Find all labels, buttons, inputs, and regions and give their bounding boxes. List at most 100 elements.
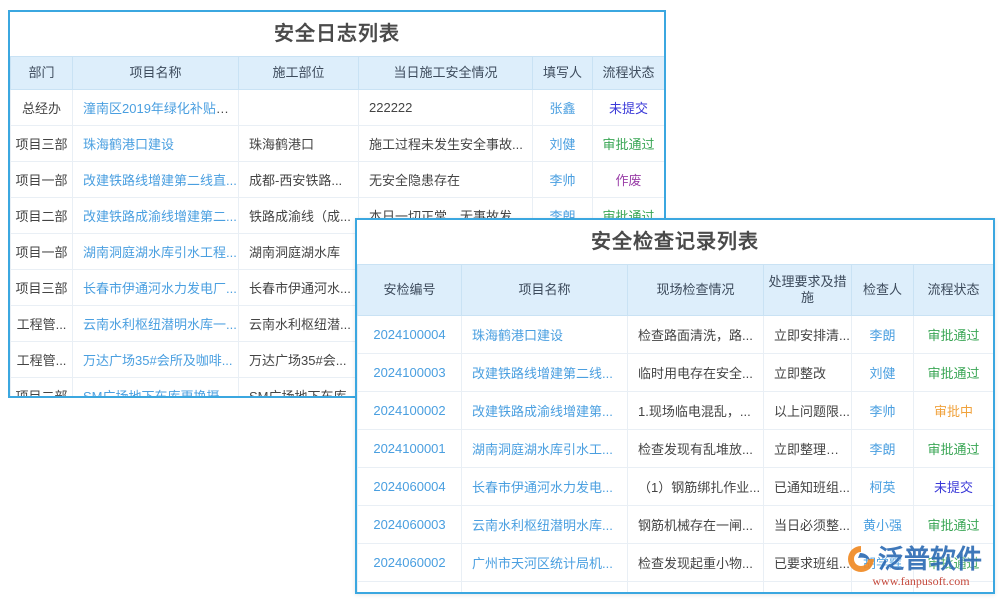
table-row[interactable]: 2024100002改建铁路成渝线增建第...1.现场临电混乱，...以上问题限… xyxy=(358,392,994,430)
cell-inspector[interactable]: 黄小强 xyxy=(852,506,914,544)
column-header-inspector[interactable]: 检查人 xyxy=(852,265,914,316)
cell-project[interactable]: 改建铁路成渝线增建第二... xyxy=(73,198,239,234)
cell-project-text[interactable]: 云南水利枢纽潜明水库一... xyxy=(83,317,237,332)
cell-project-text[interactable]: 珠海鹤港口建设 xyxy=(83,137,174,152)
cell-project-text[interactable]: 云南水利枢纽潜明水库... xyxy=(472,518,613,533)
cell-code-text[interactable]: 2024100004 xyxy=(373,327,445,342)
cell-code[interactable]: 2024100003 xyxy=(358,354,462,392)
cell-inspector[interactable]: 柯英 xyxy=(852,468,914,506)
cell-project[interactable]: 湖南洞庭湖水库引水工程... xyxy=(73,234,239,270)
cell-project-text[interactable]: 改建铁路线增建第二线... xyxy=(472,366,613,381)
cell-inspector[interactable]: 李朗 xyxy=(852,430,914,468)
cell-project[interactable]: 广州市天河区统计局机... xyxy=(462,544,628,582)
cell-inspector-text[interactable]: 黄小强 xyxy=(863,518,902,533)
table-row[interactable]: 2024100001湖南洞庭湖水库引水工...检查发现有乱堆放...立即整理归类… xyxy=(358,430,994,468)
cell-project[interactable]: 长春市伊通河水力发电... xyxy=(462,468,628,506)
cell-project[interactable]: 青海洪湖养护院项目 xyxy=(462,582,628,595)
cell-inspector[interactable]: 李朗 xyxy=(852,316,914,354)
cell-project[interactable]: SM广场地下车库更换摄... xyxy=(73,378,239,399)
cell-inspector-text[interactable]: 李朗 xyxy=(869,442,895,457)
cell-code-text[interactable]: 2024030001 xyxy=(373,593,445,594)
cell-inspector[interactable]: 胡学辉 xyxy=(852,544,914,582)
cell-inspector-text[interactable]: 李朗 xyxy=(869,328,895,343)
table-row[interactable]: 总经办潼南区2019年绿化补贴项...222222张鑫未提交 xyxy=(11,90,665,126)
cell-project-text[interactable]: 长春市伊通河水力发电... xyxy=(472,480,613,495)
cell-code-text[interactable]: 2024100003 xyxy=(373,365,445,380)
cell-code[interactable]: 2024060003 xyxy=(358,506,462,544)
cell-project[interactable]: 湖南洞庭湖水库引水工... xyxy=(462,430,628,468)
table-row[interactable]: 项目三部珠海鹤港口建设珠海鹤港口施工过程未发生安全事故...刘健审批通过 xyxy=(11,126,665,162)
column-header-code[interactable]: 安检编号 xyxy=(358,265,462,316)
cell-inspector-text[interactable]: 刘健 xyxy=(869,366,895,381)
cell-project-text[interactable]: 潼南区2019年绿化补贴项... xyxy=(83,101,239,116)
table-row[interactable]: 2024100004珠海鹤港口建设检查路面清洗，路...立即安排清...李朗审批… xyxy=(358,316,994,354)
table-row[interactable]: 2024060004长春市伊通河水力发电...（1）钢筋绑扎作业...已通知班组… xyxy=(358,468,994,506)
cell-project[interactable]: 改建铁路成渝线增建第... xyxy=(462,392,628,430)
cell-dept: 项目一部 xyxy=(11,234,73,270)
cell-code[interactable]: 2024060002 xyxy=(358,544,462,582)
cell-inspector[interactable]: 邓琴 xyxy=(852,582,914,595)
cell-project-text[interactable]: SM广场地下车库更换摄... xyxy=(83,389,230,398)
cell-project-text[interactable]: 万达广场35#会所及咖啡... xyxy=(83,353,233,368)
table-row[interactable]: 2024100003改建铁路线增建第二线...临时用电存在安全...立即整改刘健… xyxy=(358,354,994,392)
cell-code[interactable]: 2024060004 xyxy=(358,468,462,506)
cell-project[interactable]: 万达广场35#会所及咖啡... xyxy=(73,342,239,378)
cell-action: 当日必须整... xyxy=(764,506,852,544)
cell-code[interactable]: 2024100001 xyxy=(358,430,462,468)
cell-code-text[interactable]: 2024100001 xyxy=(373,441,445,456)
cell-writer[interactable]: 张鑫 xyxy=(533,90,593,126)
cell-project-text[interactable]: 长春市伊通河水力发电厂... xyxy=(83,281,237,296)
cell-code[interactable]: 2024100002 xyxy=(358,392,462,430)
cell-code-text[interactable]: 2024060002 xyxy=(373,555,445,570)
cell-project[interactable]: 改建铁路线增建第二线直... xyxy=(73,162,239,198)
cell-project-text[interactable]: 湖南洞庭湖水库引水工... xyxy=(472,442,613,457)
cell-action: 已要求班组... xyxy=(764,544,852,582)
cell-project[interactable]: 潼南区2019年绿化补贴项... xyxy=(73,90,239,126)
cell-project[interactable]: 珠海鹤港口建设 xyxy=(462,316,628,354)
cell-inspector-text[interactable]: 胡学辉 xyxy=(863,556,902,571)
cell-code-text[interactable]: 2024060003 xyxy=(373,517,445,532)
cell-dept: 项目二部 xyxy=(11,198,73,234)
column-header-status[interactable]: 流程状态 xyxy=(914,265,994,316)
cell-project[interactable]: 长春市伊通河水力发电厂... xyxy=(73,270,239,306)
cell-writer-text[interactable]: 张鑫 xyxy=(549,101,575,116)
cell-project[interactable]: 改建铁路线增建第二线... xyxy=(462,354,628,392)
status-badge-text: 审批中 xyxy=(934,404,973,419)
cell-writer-text[interactable]: 李帅 xyxy=(549,173,575,188)
column-header-site[interactable]: 现场检查情况 xyxy=(628,265,764,316)
table-row[interactable]: 2024060003云南水利枢纽潜明水库...钢筋机械存在一闸...当日必须整.… xyxy=(358,506,994,544)
cell-project-text[interactable]: 改建铁路成渝线增建第... xyxy=(472,404,613,419)
cell-inspector[interactable]: 刘健 xyxy=(852,354,914,392)
cell-code[interactable]: 2024030001 xyxy=(358,582,462,595)
column-header-status[interactable]: 流程状态 xyxy=(593,57,665,90)
table-header-row: 部门 项目名称 施工部位 当日施工安全情况 填写人 流程状态 xyxy=(11,57,665,90)
cell-code[interactable]: 2024100004 xyxy=(358,316,462,354)
cell-code-text[interactable]: 2024060004 xyxy=(373,479,445,494)
cell-project[interactable]: 云南水利枢纽潜明水库一... xyxy=(73,306,239,342)
column-header-action[interactable]: 处理要求及措施 xyxy=(764,265,852,316)
column-header-project[interactable]: 项目名称 xyxy=(462,265,628,316)
status-badge: 审批通过 xyxy=(593,126,665,162)
cell-project[interactable]: 珠海鹤港口建设 xyxy=(73,126,239,162)
cell-writer[interactable]: 李帅 xyxy=(533,162,593,198)
column-header-note[interactable]: 当日施工安全情况 xyxy=(359,57,533,90)
cell-project-text[interactable]: 改建铁路成渝线增建第二... xyxy=(83,209,237,224)
cell-project-text[interactable]: 改建铁路线增建第二线直... xyxy=(83,173,237,188)
table-row[interactable]: 2024060002广州市天河区统计局机...检查发现起重小物...已要求班组.… xyxy=(358,544,994,582)
column-header-part[interactable]: 施工部位 xyxy=(239,57,359,90)
cell-project-text[interactable]: 湖南洞庭湖水库引水工程... xyxy=(83,245,237,260)
cell-project-text[interactable]: 广州市天河区统计局机... xyxy=(472,556,613,571)
table-row[interactable]: 项目一部改建铁路线增建第二线直...成都-西安铁路...无安全隐患存在李帅作废 xyxy=(11,162,665,198)
cell-project-text[interactable]: 珠海鹤港口建设 xyxy=(472,328,563,343)
cell-inspector-text[interactable]: 李帅 xyxy=(869,404,895,419)
cell-writer-text[interactable]: 刘健 xyxy=(549,137,575,152)
cell-inspector[interactable]: 李帅 xyxy=(852,392,914,430)
cell-inspector-text[interactable]: 柯英 xyxy=(869,480,895,495)
table-row[interactable]: 2024030001青海洪湖养护院项目检查临电有漏保部...已通知班组...邓琴… xyxy=(358,582,994,595)
cell-code-text[interactable]: 2024100002 xyxy=(373,403,445,418)
column-header-dept[interactable]: 部门 xyxy=(11,57,73,90)
column-header-writer[interactable]: 填写人 xyxy=(533,57,593,90)
cell-writer[interactable]: 刘健 xyxy=(533,126,593,162)
cell-project[interactable]: 云南水利枢纽潜明水库... xyxy=(462,506,628,544)
column-header-project[interactable]: 项目名称 xyxy=(73,57,239,90)
